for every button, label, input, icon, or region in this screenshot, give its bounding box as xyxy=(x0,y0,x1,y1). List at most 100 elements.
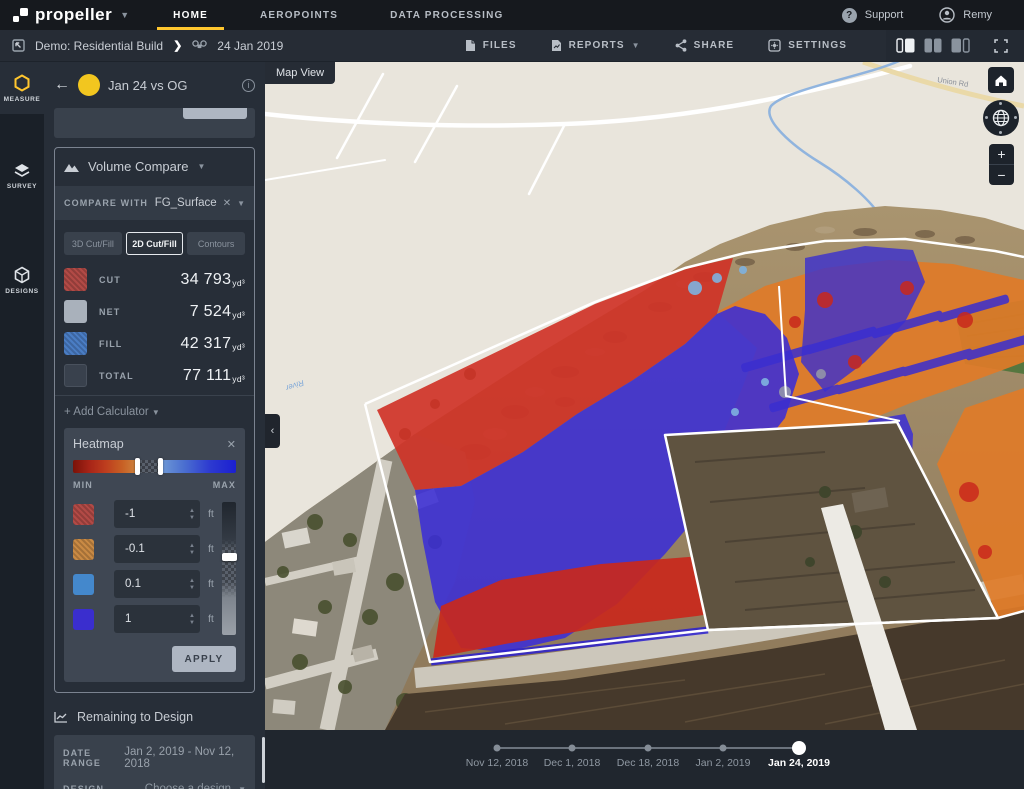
tab-aeropoints[interactable]: AEROPOINTS xyxy=(234,0,364,30)
cut-label: CUT xyxy=(99,274,121,285)
timeline-dot[interactable] xyxy=(644,744,652,752)
primary-nav-tabs: HOME AEROPOINTS DATA PROCESSING xyxy=(147,0,529,30)
exit-project-icon[interactable] xyxy=(12,39,25,52)
survey-date[interactable]: 24 Jan 2019 xyxy=(217,39,283,53)
fullscreen-button[interactable] xyxy=(980,29,1024,62)
rail-item-survey[interactable]: SURVEY xyxy=(0,150,44,202)
zoom-in-button[interactable]: + xyxy=(989,144,1014,164)
threshold-input-blue[interactable] xyxy=(123,577,190,591)
stepper-icons[interactable]: ▲ ▼ xyxy=(189,543,195,556)
user-menu[interactable]: Remy xyxy=(925,7,1006,23)
share-button[interactable]: SHARE xyxy=(658,39,752,52)
cut-swatch xyxy=(64,268,87,291)
project-actions: FILES REPORTS ▼ SHARE SETTINGS xyxy=(448,29,1024,62)
logo-caret-icon[interactable]: ▼ xyxy=(120,10,129,20)
date-range-row: DATE RANGE Jan 2, 2019 - Nov 12, 2018 xyxy=(63,746,246,770)
tab-3d-cutfill[interactable]: 3D Cut/Fill xyxy=(64,232,122,255)
propeller-logo-icon xyxy=(13,7,28,22)
fill-unit: yd³ xyxy=(232,341,245,352)
unit-label: ft xyxy=(208,508,214,520)
files-button[interactable]: FILES xyxy=(448,39,534,52)
max-label: MAX xyxy=(212,480,236,490)
file-icon xyxy=(465,40,475,51)
threshold-input-orange[interactable] xyxy=(123,542,190,556)
apply-button[interactable]: APPLY xyxy=(172,646,236,672)
heatmap-header: Heatmap ✕ xyxy=(73,437,236,451)
threshold-row-red: ▲▼ ft xyxy=(73,500,214,528)
layout-sidebar-left-icon[interactable] xyxy=(896,38,915,53)
total-swatch xyxy=(64,364,87,387)
tab-data-processing[interactable]: DATA PROCESSING xyxy=(364,0,529,30)
rail-item-measure[interactable]: MEASURE xyxy=(0,62,44,114)
net-label: NET xyxy=(99,306,121,317)
propeller-logo[interactable]: propeller ▼ xyxy=(0,5,139,25)
panel-title: Jan 24 vs OG xyxy=(108,77,188,93)
add-calculator-button[interactable]: + Add Calculator ▼ xyxy=(64,406,245,418)
threshold-input-red[interactable] xyxy=(123,507,190,521)
gradient-handle-right[interactable] xyxy=(157,458,163,475)
layer-color-dot[interactable] xyxy=(78,74,100,96)
top-nav-right: ? Support Remy xyxy=(828,7,1024,23)
date-range-value[interactable]: Jan 2, 2019 - Nov 12, 2018 xyxy=(124,746,246,770)
timeline-dot[interactable] xyxy=(719,744,727,752)
design-select[interactable]: Choose a design ▼ xyxy=(145,783,246,789)
main-area: MEASURE SURVEY DESIGNS ← Jan 24 vs OG i xyxy=(0,62,1024,789)
tab-home[interactable]: HOME xyxy=(147,0,234,30)
report-icon xyxy=(551,40,561,51)
timeline-dot-active[interactable] xyxy=(792,741,806,755)
gradient-handle-left[interactable] xyxy=(134,458,140,475)
map-view-tab[interactable]: Map View xyxy=(265,62,336,84)
scrolled-button-fragment[interactable] xyxy=(183,108,247,119)
compass-control[interactable] xyxy=(983,100,1019,136)
designs-cube-icon xyxy=(14,266,30,283)
stepper-icons[interactable]: ▲ ▼ xyxy=(189,613,195,626)
stepper-icons[interactable]: ▲ ▼ xyxy=(189,578,195,591)
drone-icon xyxy=(192,40,208,49)
threshold-swatch-blue xyxy=(73,573,94,595)
design-row: DESIGN Choose a design ▼ xyxy=(63,783,246,789)
layout-sidebar-right-icon[interactable] xyxy=(951,38,970,53)
panel-collapse-button[interactable]: ‹ xyxy=(265,414,280,448)
threshold-swatch-indigo xyxy=(73,608,94,630)
compare-surface-select[interactable]: FG_Surface ✕ ▼ xyxy=(155,197,245,209)
cut-value: 34 793yd³ xyxy=(180,270,245,288)
support-button[interactable]: ? Support xyxy=(828,7,918,23)
heatmap-close-icon[interactable]: ✕ xyxy=(227,438,236,451)
timeline-date-active[interactable]: Jan 24, 2019 xyxy=(749,757,849,769)
tab-contours[interactable]: Contours xyxy=(187,232,246,255)
timeline-dot[interactable] xyxy=(568,744,576,752)
back-arrow-icon[interactable]: ← xyxy=(54,76,70,94)
remaining-to-design-header[interactable]: Remaining to Design xyxy=(54,710,255,724)
settings-gear-icon xyxy=(768,39,781,52)
tab-2d-cutfill[interactable]: 2D Cut/Fill xyxy=(125,232,184,255)
timeline-dot[interactable] xyxy=(493,744,501,752)
home-view-button[interactable] xyxy=(988,67,1014,93)
stepper-icons[interactable]: ▲ ▼ xyxy=(189,508,195,521)
threshold-input-box: ▲▼ xyxy=(114,605,200,633)
settings-button[interactable]: SETTINGS xyxy=(751,39,864,52)
zoom-control: + − xyxy=(989,144,1014,185)
heatmap-title: Heatmap xyxy=(73,437,124,451)
reports-caret-icon: ▼ xyxy=(631,41,641,50)
net-value: 7 524yd³ xyxy=(189,302,245,320)
rail-item-designs[interactable]: DESIGNS xyxy=(0,254,44,306)
heatmap-gradient-bar[interactable] xyxy=(73,458,236,475)
total-unit: yd³ xyxy=(232,373,245,384)
volume-compare-header[interactable]: Volume Compare ▼ xyxy=(64,159,245,174)
surface-caret-icon: ▼ xyxy=(237,198,245,208)
opacity-slider-handle[interactable] xyxy=(221,552,237,561)
zoom-out-button[interactable]: − xyxy=(989,165,1014,185)
reports-button[interactable]: REPORTS ▼ xyxy=(534,39,658,52)
volume-row-cut: CUT 34 793yd³ xyxy=(64,267,245,292)
threshold-input-indigo[interactable] xyxy=(123,612,190,626)
threshold-swatch-red xyxy=(73,503,94,525)
threshold-row-indigo: ▲▼ ft xyxy=(73,605,214,633)
info-icon[interactable]: i xyxy=(242,78,255,92)
project-name[interactable]: Demo: Residential Build xyxy=(35,39,163,53)
opacity-slider[interactable] xyxy=(221,502,237,635)
clear-surface-icon[interactable]: ✕ xyxy=(223,198,231,209)
reports-label: REPORTS xyxy=(568,40,625,51)
map-viewport[interactable]: Union Rd River Map View ‹ + − xyxy=(265,62,1024,789)
left-rail: MEASURE SURVEY DESIGNS xyxy=(0,62,44,789)
layout-split-icon[interactable] xyxy=(924,38,942,53)
